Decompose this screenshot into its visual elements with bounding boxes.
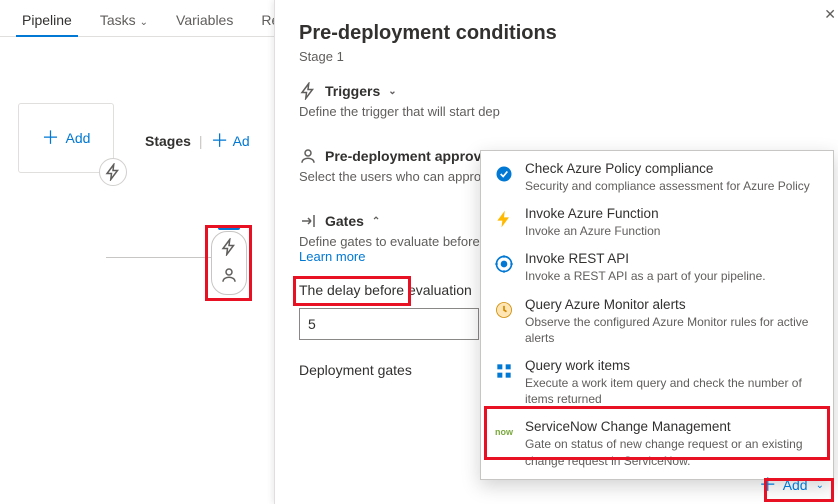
gate-menu-item-monitor[interactable]: Query Azure Monitor alerts Observe the co… xyxy=(481,291,833,352)
add-artifact-label: Add xyxy=(66,130,91,146)
tab-tasks[interactable]: Tasks ⌄ xyxy=(86,4,162,36)
chevron-down-icon: ⌄ xyxy=(388,86,396,97)
add-stage-label: Ad xyxy=(233,133,250,149)
gate-menu-item-workitems[interactable]: Query work items Execute a work item quer… xyxy=(481,352,833,413)
trigger-bolt-icon xyxy=(220,238,238,260)
gate-type-menu: Check Azure Policy compliance Security an… xyxy=(480,150,834,480)
approvals-label: Pre-deployment approv xyxy=(325,148,481,164)
add-gate-label: Add xyxy=(783,477,808,493)
triggers-desc: Define the trigger that will start dep xyxy=(299,104,838,119)
stages-divider: | xyxy=(199,133,203,149)
plus-icon: ＋ xyxy=(42,129,60,147)
gate-item-desc: Invoke an Azure Function xyxy=(525,223,660,239)
delay-input[interactable] xyxy=(299,308,479,340)
stage-predeploy-conditions-button[interactable] xyxy=(211,231,247,295)
plus-icon: ＋ xyxy=(211,132,229,150)
chevron-down-icon: ⌄ xyxy=(140,17,148,28)
gate-item-title: Query Azure Monitor alerts xyxy=(525,297,821,312)
gate-item-desc: Security and compliance assessment for A… xyxy=(525,178,810,194)
monitor-icon xyxy=(493,299,515,321)
gate-arrow-icon xyxy=(299,212,317,230)
add-stage-button[interactable]: ＋ Ad xyxy=(211,132,250,150)
trigger-bolt-icon[interactable] xyxy=(99,158,127,186)
stages-heading: Stages xyxy=(145,133,191,149)
gate-menu-item-servicenow[interactable]: now ServiceNow Change Management Gate on s… xyxy=(481,413,833,474)
gate-item-desc: Invoke a REST API as a part of your pipe… xyxy=(525,268,766,284)
workitems-icon xyxy=(493,360,515,382)
tab-tasks-label: Tasks xyxy=(100,12,136,28)
gate-menu-item-rest[interactable]: Invoke REST API Invoke a REST API as a pa… xyxy=(481,245,833,290)
function-icon xyxy=(493,208,515,230)
gate-menu-item-policy[interactable]: Check Azure Policy compliance Security an… xyxy=(481,155,833,200)
gate-item-title: Invoke REST API xyxy=(525,251,766,266)
gate-item-desc: Gate on status of new change request or … xyxy=(525,436,821,468)
tab-pipeline[interactable]: Pipeline xyxy=(8,4,86,36)
gate-item-desc: Execute a work item query and check the … xyxy=(525,375,821,407)
close-icon[interactable]: ✕ xyxy=(824,6,836,23)
tab-variables[interactable]: Variables xyxy=(162,4,247,36)
panel-title: Pre-deployment conditions xyxy=(299,22,838,45)
trigger-bolt-icon xyxy=(299,82,317,100)
gate-item-title: Invoke Azure Function xyxy=(525,206,660,221)
triggers-label: Triggers xyxy=(325,83,380,99)
panel-subtitle: Stage 1 xyxy=(299,49,838,64)
stage-active-bar xyxy=(218,226,240,230)
learn-more-link[interactable]: Learn more xyxy=(299,249,365,264)
gates-desc-text: Define gates to evaluate before the xyxy=(299,234,501,249)
add-gate-button[interactable]: ＋ Add ⌄ xyxy=(753,472,830,498)
chevron-down-icon: ⌄ xyxy=(816,480,824,491)
chevron-up-icon: ⌃ xyxy=(372,216,380,227)
policy-icon xyxy=(493,163,515,185)
gate-item-desc: Observe the configured Azure Monitor rul… xyxy=(525,314,821,346)
rest-icon xyxy=(493,253,515,275)
plus-icon: ＋ xyxy=(759,476,777,494)
connector-line xyxy=(106,257,211,258)
gate-menu-item-function[interactable]: Invoke Azure Function Invoke an Azure Fun… xyxy=(481,200,833,245)
person-icon xyxy=(299,147,317,165)
stages-column: Stages | ＋ Ad xyxy=(145,132,250,150)
servicenow-icon: now xyxy=(493,421,515,443)
add-artifact-button[interactable]: ＋ Add xyxy=(18,103,114,173)
gate-item-title: Query work items xyxy=(525,358,821,373)
person-icon xyxy=(220,266,238,288)
gate-item-title: Check Azure Policy compliance xyxy=(525,161,810,176)
gate-item-title: ServiceNow Change Management xyxy=(525,419,821,434)
gates-label: Gates xyxy=(325,213,364,229)
triggers-section-toggle[interactable]: Triggers ⌄ xyxy=(299,82,838,100)
